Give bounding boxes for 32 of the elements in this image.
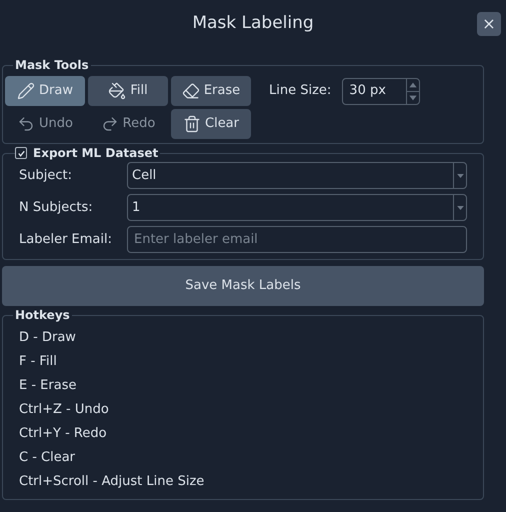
- hotkey-text: D - Draw: [19, 329, 77, 347]
- check-icon: [16, 148, 26, 158]
- undo-icon: [17, 115, 36, 133]
- tool-button[interactable]: Draw: [5, 76, 85, 106]
- line-size-label: Line Size:: [269, 82, 332, 100]
- eraser-icon: [182, 82, 200, 100]
- email-field[interactable]: Enter labeler email: [127, 226, 467, 253]
- tool-button[interactable]: Erase: [171, 76, 251, 106]
- dropdown[interactable]: 1: [127, 194, 467, 221]
- line-size-spinbox[interactable]: 30 px: [342, 78, 420, 104]
- close-button[interactable]: ×: [477, 12, 501, 36]
- redo-icon: [100, 115, 119, 133]
- export-checkbox[interactable]: [15, 147, 27, 159]
- dropdown[interactable]: Cell: [127, 162, 467, 189]
- hotkey-text: F - Fill: [19, 353, 58, 371]
- dropdown-arrow-icon: [456, 174, 464, 178]
- pencil-icon: [17, 82, 36, 100]
- field-label: N Subjects:: [19, 198, 94, 217]
- action-button[interactable]: Clear: [171, 109, 251, 139]
- trash-icon: [183, 115, 201, 133]
- field-label: Labeler Email:: [19, 230, 113, 249]
- save-button[interactable]: Save Mask Labels: [2, 266, 484, 306]
- hotkey-text: Ctrl+Y - Redo: [19, 425, 108, 443]
- hotkey-text: Ctrl+Z - Undo: [19, 401, 110, 419]
- paint-bucket-icon: [108, 82, 126, 100]
- hotkey-text: C - Clear: [19, 449, 76, 467]
- dropdown-arrow-icon: [456, 206, 464, 210]
- hotkey-text: Ctrl+Scroll - Adjust Line Size: [19, 473, 206, 491]
- field-label: Subject:: [19, 166, 73, 185]
- hotkey-text: E - Erase: [19, 377, 78, 395]
- tool-button[interactable]: Fill: [88, 76, 168, 106]
- window-title: Mask Labeling: [192, 12, 314, 36]
